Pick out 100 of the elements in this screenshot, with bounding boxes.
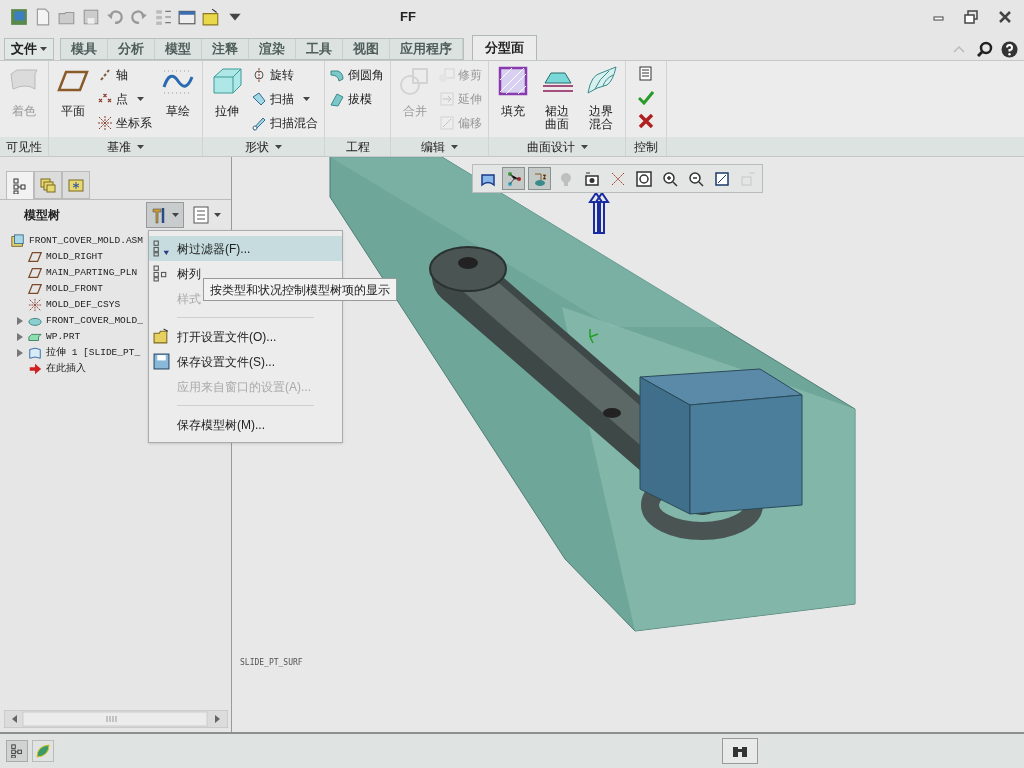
caret-icon bbox=[40, 47, 47, 51]
panel-tab[interactable] bbox=[62, 171, 90, 199]
datum-display-icon bbox=[609, 170, 626, 187]
ribbon-tab[interactable]: 工具 bbox=[296, 39, 343, 59]
caret-icon bbox=[451, 144, 458, 149]
find-button[interactable] bbox=[722, 738, 758, 764]
caret-icon bbox=[580, 144, 588, 149]
menu-item[interactable]: 保存模型树(M)... bbox=[149, 412, 342, 437]
open-folder-icon bbox=[153, 328, 170, 345]
help-icon bbox=[1001, 40, 1018, 58]
window-icon bbox=[178, 8, 196, 26]
tree-icon bbox=[12, 177, 28, 194]
ribbon-button[interactable]: 裙边曲面 bbox=[537, 61, 577, 131]
tree-filter-icon bbox=[153, 240, 170, 257]
group-menu[interactable]: 形状 bbox=[203, 137, 324, 156]
tree-item[interactable]: 在此插入 bbox=[46, 361, 86, 377]
ribbon-tab[interactable]: 模具 bbox=[61, 39, 108, 59]
ribbon-tab[interactable]: 分析 bbox=[108, 39, 155, 59]
folder-icon bbox=[202, 8, 220, 26]
ribbon-button[interactable]: 拉伸 bbox=[207, 61, 247, 118]
ribbon-button[interactable]: 拔模 bbox=[329, 88, 386, 109]
ribbon-tab[interactable]: 分型面 bbox=[472, 35, 537, 60]
tree-item[interactable]: WP.PRT bbox=[46, 329, 81, 345]
undo-icon bbox=[106, 8, 124, 26]
group-label: 控制 bbox=[626, 137, 666, 156]
panel-tab[interactable] bbox=[6, 171, 34, 199]
parallelogram-icon bbox=[27, 266, 43, 280]
list-icon bbox=[193, 205, 209, 224]
ribbon-button[interactable]: 轴 bbox=[97, 64, 154, 85]
caret-icon bbox=[303, 96, 310, 101]
ribbon-button[interactable]: 边界混合 bbox=[581, 61, 621, 131]
zoom-out-icon bbox=[687, 170, 704, 187]
menu-item[interactable]: 打开设置文件(O)... bbox=[149, 324, 342, 349]
group-label: 可见性 bbox=[0, 137, 48, 156]
ribbon-button[interactable]: 扫描混合 bbox=[251, 112, 320, 133]
axes-icon bbox=[97, 114, 113, 131]
caret-icon bbox=[137, 96, 144, 101]
search-icon bbox=[977, 41, 993, 57]
group-label: 工程 bbox=[325, 137, 390, 156]
ribbon-button[interactable]: 填充 bbox=[493, 61, 533, 118]
browser-toggle-button[interactable] bbox=[32, 740, 54, 762]
axes-icon bbox=[27, 298, 43, 312]
tree-item[interactable]: MAIN_PARTING_PLN bbox=[46, 265, 138, 281]
menu-item[interactable]: 保存设置文件(S)... bbox=[149, 349, 342, 374]
cube-icon bbox=[211, 65, 243, 97]
ribbon-button[interactable]: 旋转 bbox=[251, 64, 320, 85]
tree-item[interactable]: MOLD_DEF_CSYS bbox=[46, 297, 121, 313]
ribbon-button[interactable]: 扫描 bbox=[251, 88, 320, 109]
parallelogram-icon bbox=[27, 282, 43, 296]
ribbon-button[interactable]: 倒圆角 bbox=[329, 64, 386, 85]
panel-tab[interactable] bbox=[34, 171, 62, 199]
regenerate-icon bbox=[154, 8, 172, 26]
tree-item[interactable]: MOLD_FRONT bbox=[46, 281, 103, 297]
caret-icon bbox=[275, 144, 282, 149]
parallelogram-icon bbox=[27, 250, 43, 264]
tree-item[interactable]: 拉伸 1 [SLIDE_PT_ bbox=[46, 345, 141, 361]
group-menu[interactable]: 编辑 bbox=[391, 137, 488, 156]
expand-icon[interactable] bbox=[16, 349, 24, 357]
settings-button[interactable] bbox=[146, 201, 184, 228]
overlapping-shapes-icon bbox=[399, 65, 431, 97]
view-tool-button[interactable] bbox=[502, 167, 525, 190]
cube-icon bbox=[10, 234, 26, 248]
hatched-square-icon bbox=[497, 65, 529, 97]
caret-icon bbox=[137, 144, 144, 149]
surface-icon bbox=[27, 346, 43, 360]
ribbon-tab[interactable]: 渲染 bbox=[249, 39, 296, 59]
ribbon-button[interactable] bbox=[638, 64, 654, 81]
curved-surface-icon bbox=[585, 65, 617, 97]
ribbon-button[interactable]: 点 bbox=[97, 88, 154, 109]
expand-icon[interactable] bbox=[16, 333, 24, 341]
app-icon bbox=[10, 8, 28, 26]
close-icon bbox=[998, 10, 1012, 24]
window-title: FF bbox=[400, 8, 417, 27]
tree-icon bbox=[10, 744, 24, 758]
ribbon-tab[interactable]: 应用程序 bbox=[390, 39, 463, 59]
ribbon-tab[interactable]: 注释 bbox=[202, 39, 249, 59]
zoom-fit-icon bbox=[635, 170, 652, 187]
offset-icon bbox=[439, 114, 455, 131]
tree-toggle-button[interactable] bbox=[6, 740, 28, 762]
ribbon-button[interactable]: 平面 bbox=[53, 61, 93, 118]
ribbon-button[interactable]: 坐标系 bbox=[97, 112, 154, 133]
expand-icon[interactable] bbox=[16, 317, 24, 325]
ribbon-button[interactable]: 草绘 bbox=[158, 61, 198, 118]
leaf-icon bbox=[35, 743, 51, 759]
tree-item[interactable]: MOLD_RIGHT bbox=[46, 249, 103, 265]
zoom-in-icon bbox=[661, 170, 678, 187]
group-menu[interactable]: 曲面设计 bbox=[489, 137, 625, 156]
menu-item[interactable]: 树过滤器(F)... bbox=[149, 236, 342, 261]
ribbon-tab[interactable]: 视图 bbox=[343, 39, 390, 59]
redo-icon bbox=[130, 8, 148, 26]
tree-item[interactable]: FRONT_COVER_MOLD_ bbox=[46, 313, 143, 329]
tree-item[interactable]: FRONT_COVER_MOLD.ASM bbox=[29, 233, 144, 249]
group-menu[interactable]: 基准 bbox=[49, 137, 202, 156]
repaint-icon bbox=[713, 170, 730, 187]
axis-circle-icon bbox=[251, 66, 267, 83]
restore-icon bbox=[964, 10, 978, 24]
ribbon-button[interactable] bbox=[638, 88, 654, 105]
ribbon-tab[interactable]: 模型 bbox=[155, 39, 202, 59]
file-menu[interactable]: 文件 bbox=[4, 38, 54, 60]
ribbon-button[interactable] bbox=[638, 112, 654, 129]
